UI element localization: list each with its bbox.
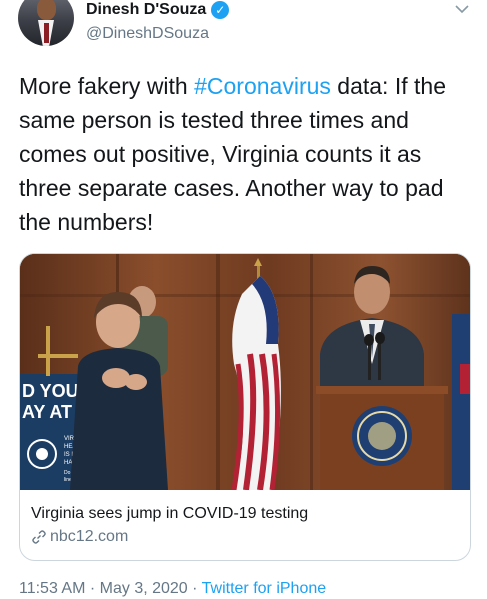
meta-separator: · bbox=[85, 580, 100, 597]
tweet-header: Dinesh D'Souza ✓ @DineshDSouza bbox=[0, 0, 487, 60]
meta-separator: · bbox=[187, 580, 202, 597]
avatar-face bbox=[37, 0, 56, 20]
press-conference-photo: D YOU AY AT VIRGIN HEALTH IS IN Y HAND D… bbox=[20, 254, 470, 490]
tweet-meta: 11:53 AM · May 3, 2020 · Twitter for iPh… bbox=[19, 580, 326, 598]
card-title[interactable]: Virginia sees jump in COVID-19 testing bbox=[31, 505, 308, 523]
link-card[interactable]: D YOU AY AT VIRGIN HEALTH IS IN Y HAND D… bbox=[19, 253, 471, 561]
verified-badge-icon: ✓ bbox=[211, 1, 230, 19]
card-image[interactable]: D YOU AY AT VIRGIN HEALTH IS IN Y HAND D… bbox=[20, 254, 470, 490]
tweet-text-before: More fakery with bbox=[19, 73, 195, 99]
card-domain-row[interactable]: nbc12.com bbox=[31, 528, 128, 546]
author-display-name[interactable]: Dinesh D'Souza bbox=[86, 1, 206, 19]
tweet-text: More fakery with #Coronavirus data: If t… bbox=[19, 69, 469, 239]
card-domain[interactable]: nbc12.com bbox=[50, 528, 128, 546]
chevron-down-icon[interactable] bbox=[452, 2, 472, 16]
sign-line-2: AY AT bbox=[22, 402, 72, 422]
hashtag-link[interactable]: #Coronavirus bbox=[194, 73, 331, 99]
tweet-time[interactable]: 11:53 AM bbox=[19, 580, 85, 597]
author-name-row[interactable]: Dinesh D'Souza ✓ bbox=[86, 1, 230, 19]
sign-line-1: D YOU bbox=[22, 381, 79, 401]
avatar[interactable] bbox=[18, 0, 74, 46]
avatar-tie bbox=[44, 23, 49, 43]
tweet-source[interactable]: Twitter for iPhone bbox=[202, 580, 327, 597]
author-handle[interactable]: @DineshDSouza bbox=[86, 25, 209, 43]
link-icon bbox=[32, 530, 46, 544]
tweet-date[interactable]: May 3, 2020 bbox=[100, 580, 188, 597]
